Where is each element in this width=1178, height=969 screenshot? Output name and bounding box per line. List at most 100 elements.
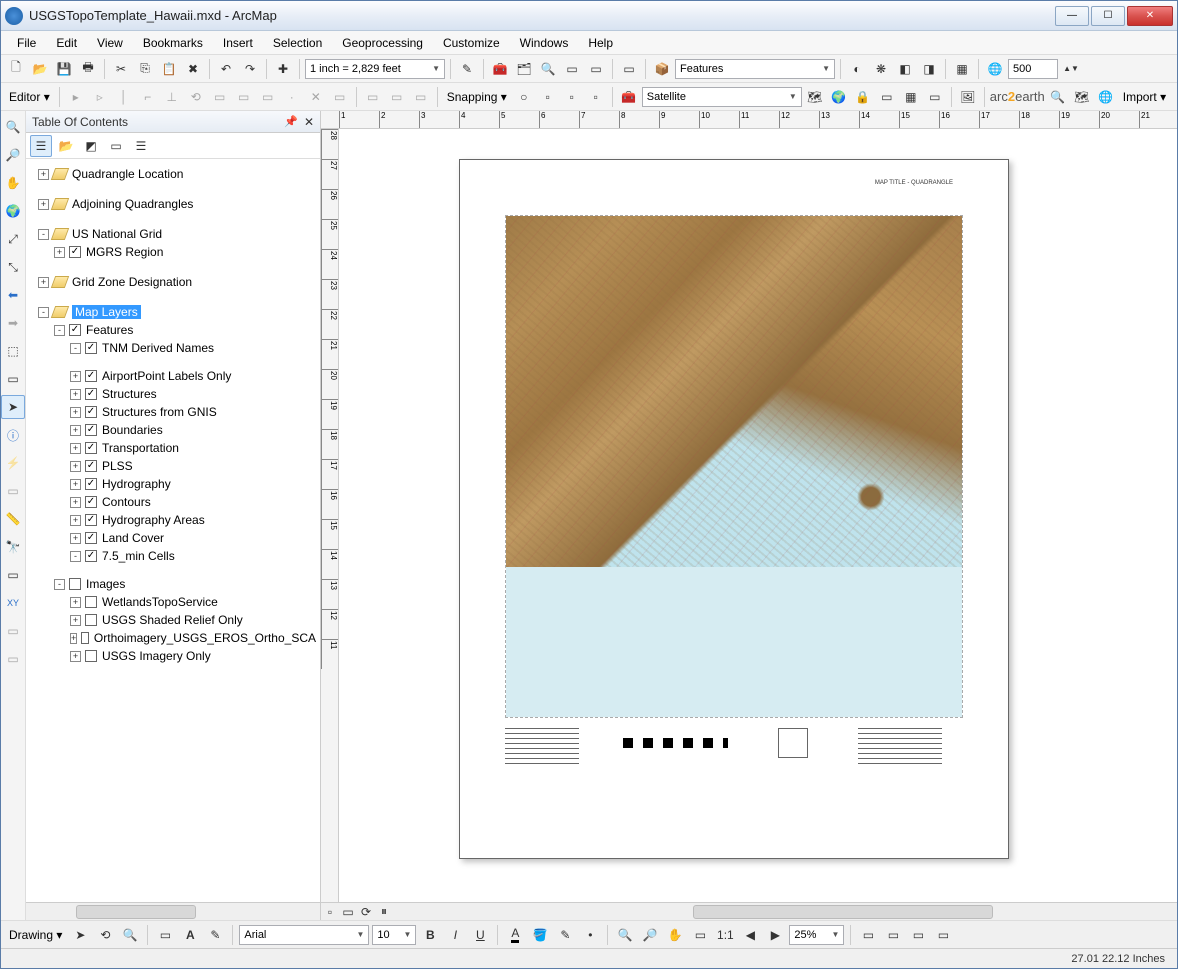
- refresh-icon[interactable]: ▭: [876, 86, 898, 108]
- more-icon[interactable]: ▭: [410, 86, 432, 108]
- layout-forward-icon[interactable]: ▶: [764, 924, 786, 946]
- paste-icon[interactable]: 📋: [158, 58, 180, 80]
- zoom-whole-page-icon[interactable]: ▭: [689, 924, 711, 946]
- visibility-checkbox[interactable]: [69, 578, 81, 590]
- tree-node[interactable]: -TNM Derived Names: [30, 339, 316, 357]
- expand-toggle[interactable]: +: [38, 277, 49, 288]
- a2e-map-icon[interactable]: 🗺: [1071, 86, 1093, 108]
- tree-node[interactable]: +MGRS Region: [30, 243, 316, 261]
- tree-node[interactable]: -US National Grid: [30, 225, 316, 243]
- refresh-view-icon[interactable]: ⟳: [357, 904, 375, 920]
- tree-node[interactable]: + WetlandsTopoService: [30, 593, 316, 611]
- tree-label[interactable]: PLSS: [102, 459, 133, 473]
- editor-label[interactable]: Editor ▾: [5, 90, 54, 104]
- edit-vertices-icon[interactable]: ▹: [89, 86, 111, 108]
- search-icon[interactable]: 🔍: [537, 58, 559, 80]
- expand-toggle[interactable]: -: [38, 307, 49, 318]
- visibility-checkbox[interactable]: [81, 632, 89, 644]
- snap-end-icon[interactable]: ▫: [537, 86, 559, 108]
- fill-color-icon[interactable]: 🪣: [529, 924, 551, 946]
- features-package-icon[interactable]: 📦: [651, 58, 673, 80]
- expand-toggle[interactable]: +: [70, 443, 81, 454]
- toolbox-icon[interactable]: 🧰: [489, 58, 511, 80]
- zoom-in-icon[interactable]: 🔍: [1, 115, 25, 139]
- cut-polygons-icon[interactable]: ⌐: [137, 86, 159, 108]
- tree-label[interactable]: MGRS Region: [86, 245, 163, 259]
- tree-label[interactable]: US National Grid: [72, 227, 162, 241]
- tree-label[interactable]: Hydrography: [102, 477, 171, 491]
- menu-help[interactable]: Help: [578, 33, 623, 53]
- layout-back-icon[interactable]: ◀: [739, 924, 761, 946]
- basemap-icon[interactable]: 🗺: [804, 86, 826, 108]
- expand-toggle[interactable]: +: [70, 389, 81, 400]
- toc-scrollbar[interactable]: [26, 902, 320, 920]
- count-field[interactable]: 500: [1008, 59, 1058, 79]
- tree-node[interactable]: +Contours: [30, 493, 316, 511]
- visibility-checkbox[interactable]: [85, 596, 97, 608]
- expand-toggle[interactable]: +: [70, 479, 81, 490]
- catalog-icon[interactable]: 🗂: [513, 58, 535, 80]
- add-basemap-icon[interactable]: 🌍: [828, 86, 850, 108]
- tree-node[interactable]: + Land Cover: [30, 529, 316, 547]
- layer-select-icon[interactable]: ▭: [618, 58, 640, 80]
- select-features-icon[interactable]: ⬚: [1, 339, 25, 363]
- data-driven-pages-icon[interactable]: ▭: [932, 924, 954, 946]
- expand-toggle[interactable]: -: [54, 579, 65, 590]
- minimize-button[interactable]: —: [1055, 6, 1089, 26]
- attributes-icon[interactable]: ▭: [209, 86, 231, 108]
- tree-label[interactable]: Boundaries: [102, 423, 163, 437]
- reshape-icon[interactable]: │: [113, 86, 135, 108]
- snap-edge-icon[interactable]: ▫: [585, 86, 607, 108]
- rotate-icon[interactable]: ⟲: [185, 86, 207, 108]
- tree-node[interactable]: - Images: [30, 575, 316, 593]
- edit-tool-icon[interactable]: ▸: [65, 86, 87, 108]
- grid-icon[interactable]: ▦: [951, 58, 973, 80]
- a2e-search-icon[interactable]: 🔍: [1047, 86, 1069, 108]
- back-extent-icon[interactable]: ⬅: [1, 283, 25, 307]
- expand-toggle[interactable]: +: [70, 597, 81, 608]
- tree-label[interactable]: 7.5_min Cells: [102, 549, 175, 563]
- tree-node[interactable]: +Quadrangle Location: [30, 165, 316, 183]
- table-icon[interactable]: ▦: [900, 86, 922, 108]
- edit-text-icon[interactable]: ✎: [204, 924, 226, 946]
- tree-node[interactable]: -7.5_min Cells: [30, 547, 316, 565]
- layout-zoom-out-icon[interactable]: 🔎: [639, 924, 661, 946]
- time-slider-icon[interactable]: ▭: [1, 619, 25, 643]
- hyperlink-icon[interactable]: ⚡: [1, 451, 25, 475]
- expand-toggle[interactable]: +: [70, 533, 81, 544]
- underline-icon[interactable]: U: [469, 924, 491, 946]
- trace-icon[interactable]: ▭: [257, 86, 279, 108]
- select-elements-icon[interactable]: ➤: [1, 395, 25, 419]
- line-color-icon[interactable]: ✎: [554, 924, 576, 946]
- tree-label[interactable]: Images: [86, 577, 125, 591]
- expand-toggle[interactable]: -: [70, 343, 81, 354]
- editor-toolbar-icon[interactable]: ✎: [456, 58, 478, 80]
- split-icon[interactable]: ⊥: [161, 86, 183, 108]
- menu-geoprocessing[interactable]: Geoprocessing: [332, 33, 433, 53]
- visibility-checkbox[interactable]: [85, 496, 97, 508]
- toolbox2-icon[interactable]: 🧰: [618, 86, 640, 108]
- tree-label[interactable]: WetlandsTopoService: [102, 595, 218, 609]
- print-icon[interactable]: 🖶: [77, 58, 99, 80]
- find-icon[interactable]: 🔭: [1, 535, 25, 559]
- clear-selection-icon[interactable]: ▭: [1, 367, 25, 391]
- zoom-combo[interactable]: 25%▼: [789, 925, 844, 945]
- visibility-checkbox[interactable]: [69, 246, 81, 258]
- expand-toggle[interactable]: +: [70, 633, 77, 644]
- scale-combo[interactable]: 1 inch = 2,829 feet▼: [305, 59, 445, 79]
- effects-icon[interactable]: ◐: [846, 58, 868, 80]
- menu-edit[interactable]: Edit: [46, 33, 87, 53]
- change-layout-icon[interactable]: ▭: [907, 924, 929, 946]
- zoom-graphic-icon[interactable]: 🔍: [119, 924, 141, 946]
- tree-label[interactable]: Map Layers: [72, 305, 141, 319]
- expand-toggle[interactable]: +: [70, 425, 81, 436]
- marker-color-icon[interactable]: •: [579, 924, 601, 946]
- options-icon[interactable]: ☰: [130, 135, 152, 157]
- expand-toggle[interactable]: +: [70, 651, 81, 662]
- tree-label[interactable]: Land Cover: [102, 531, 164, 545]
- pan-icon[interactable]: ✋: [1, 171, 25, 195]
- menu-bookmarks[interactable]: Bookmarks: [133, 33, 213, 53]
- menu-customize[interactable]: Customize: [433, 33, 510, 53]
- flicker-icon[interactable]: ◧: [894, 58, 916, 80]
- cut-icon[interactable]: ✂: [110, 58, 132, 80]
